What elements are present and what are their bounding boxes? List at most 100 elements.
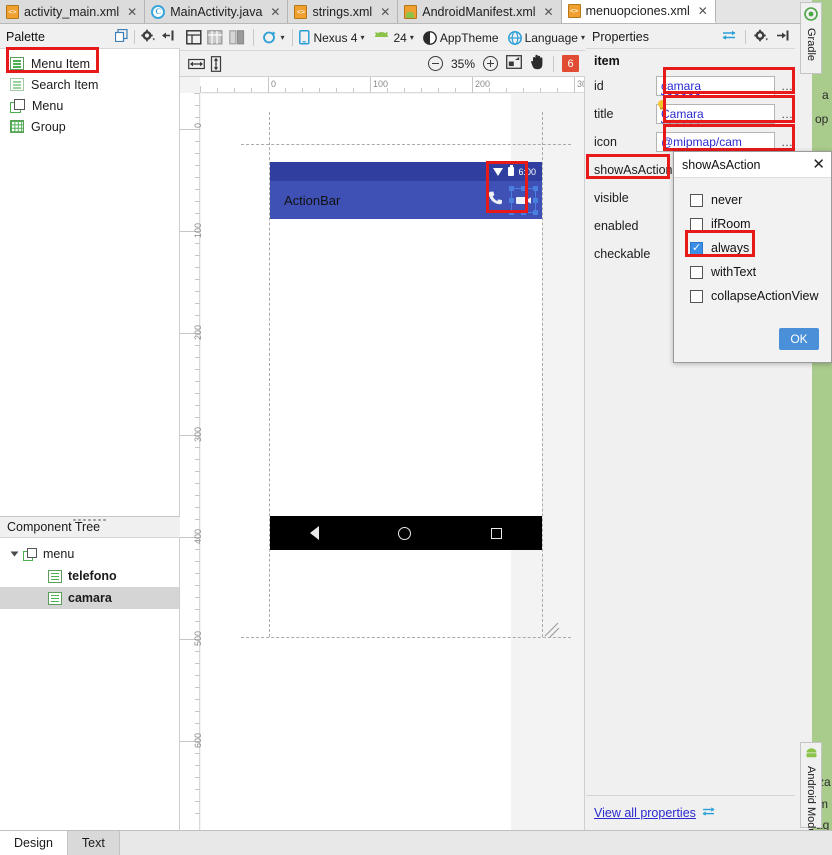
- panel-resize-grip[interactable]: [72, 518, 106, 522]
- swap-icon[interactable]: [701, 806, 716, 820]
- tool-window-android-model[interactable]: Android Model: [800, 742, 822, 837]
- tool-window-gradle[interactable]: Gradle: [800, 2, 822, 74]
- swap-icon[interactable]: [721, 29, 737, 44]
- close-icon[interactable]: ✕: [380, 5, 390, 19]
- globe-icon: [507, 30, 522, 45]
- pan-hand-icon[interactable]: [530, 54, 545, 73]
- checkbox-withtext[interactable]: [690, 265, 703, 279]
- videocam-icon[interactable]: [509, 185, 538, 215]
- gear-icon[interactable]: [141, 29, 155, 45]
- collapse-right-icon[interactable]: [776, 29, 789, 45]
- editor-tab-strings-xml[interactable]: <> strings.xml ✕: [288, 0, 399, 23]
- property-editor-button-id[interactable]: …: [779, 79, 795, 93]
- tab-design[interactable]: Design: [0, 831, 68, 855]
- nav-back-icon[interactable]: [309, 526, 319, 540]
- checkbox-collapseactionview[interactable]: [690, 289, 703, 303]
- preview-content-area[interactable]: [270, 219, 542, 550]
- issue-count-badge[interactable]: 6: [562, 55, 579, 72]
- resize-handle-n[interactable]: [521, 185, 526, 191]
- checkbox-row-ifroom[interactable]: ifRoom: [690, 212, 831, 236]
- blueprint-icon[interactable]: [206, 28, 224, 48]
- chevron-down-icon[interactable]: [10, 551, 19, 557]
- canvas-resize-corner[interactable]: [544, 622, 560, 638]
- copy-icon[interactable]: [114, 28, 128, 45]
- android-robot-icon: [375, 31, 389, 37]
- checkbox-row-never[interactable]: never: [690, 188, 831, 212]
- property-value-id[interactable]: camara: [656, 76, 775, 96]
- fit-height-icon[interactable]: [206, 54, 226, 74]
- close-icon[interactable]: ✕: [698, 4, 708, 18]
- chevron-down-icon[interactable]: ▾: [281, 33, 285, 42]
- close-icon[interactable]: ✕: [812, 157, 825, 172]
- close-icon[interactable]: ✕: [544, 5, 554, 19]
- checkbox-ifroom[interactable]: [690, 217, 703, 231]
- search-item-icon: [10, 78, 24, 91]
- tree-node-label: camara: [68, 591, 112, 605]
- chevron-down-icon[interactable]: ▾: [581, 33, 585, 42]
- theme-selector[interactable]: AppTheme: [422, 31, 499, 45]
- close-icon[interactable]: ✕: [127, 5, 137, 19]
- zoom-out-icon[interactable]: [427, 56, 443, 71]
- resize-handle-nw[interactable]: [509, 185, 514, 191]
- zoom-in-icon[interactable]: [483, 56, 498, 71]
- editor-tab-activity-main[interactable]: <> activity_main.xml ✕: [0, 0, 146, 23]
- phone-icon[interactable]: [487, 190, 504, 210]
- view-all-properties-link[interactable]: View all properties: [594, 806, 696, 820]
- lightbulb-warning-icon[interactable]: [656, 99, 668, 111]
- resize-handle-se[interactable]: [533, 209, 538, 215]
- device-preview[interactable]: 6:00 ActionBar: [270, 162, 542, 604]
- resize-handle-ne[interactable]: [533, 185, 538, 191]
- property-editor-button-title[interactable]: …: [779, 107, 795, 121]
- close-icon[interactable]: ✕: [270, 5, 280, 19]
- resize-handle-s[interactable]: [521, 209, 526, 215]
- checkbox-label: always: [711, 241, 750, 255]
- palette-item-menu[interactable]: Menu: [0, 95, 179, 116]
- device-selector[interactable]: Nexus 4 ▾: [299, 30, 364, 45]
- right-tool-strip: [795, 0, 832, 830]
- property-value-icon[interactable]: @mipmap/cam: [656, 132, 775, 152]
- nav-recents-icon[interactable]: [491, 527, 503, 539]
- checkbox-row-withtext[interactable]: withText: [690, 260, 831, 284]
- resize-handle-w[interactable]: [509, 197, 514, 203]
- design-canvas[interactable]: 0 100 200 300: [180, 77, 585, 830]
- zoom-to-fit-icon[interactable]: [506, 55, 522, 72]
- language-selector[interactable]: Language ▾: [507, 30, 585, 45]
- chevron-down-icon[interactable]: ▾: [410, 33, 414, 42]
- checkbox-label: never: [711, 193, 743, 207]
- palette-item-menu-item[interactable]: Menu Item: [0, 53, 179, 74]
- vertical-ruler: 0 100 200 300 400 500 600: [180, 93, 203, 830]
- ok-button[interactable]: OK: [779, 328, 819, 350]
- tree-node-menu[interactable]: menu: [0, 543, 179, 565]
- property-editor-button-icon[interactable]: …: [779, 135, 795, 149]
- palette-item-group[interactable]: Group: [0, 116, 179, 137]
- palette-item-search-item[interactable]: Search Item: [0, 74, 179, 95]
- checkbox-row-always[interactable]: always: [690, 236, 831, 260]
- checkbox-always[interactable]: [690, 241, 703, 255]
- nav-home-icon[interactable]: [398, 526, 412, 540]
- design-surface-icon[interactable]: [185, 28, 203, 48]
- collapse-icon[interactable]: [161, 29, 174, 45]
- editor-tab-menuopciones-xml[interactable]: <> menuopciones.xml ✕: [561, 0, 716, 23]
- tree-node-label: telefono: [68, 569, 117, 583]
- orientation-button[interactable]: ▾: [261, 30, 285, 45]
- properties-footer: View all properties: [586, 795, 795, 830]
- resize-handle-e[interactable]: [533, 197, 538, 203]
- chevron-down-icon[interactable]: ▾: [360, 33, 364, 42]
- resize-handle-sw[interactable]: [509, 209, 514, 215]
- checkbox-never[interactable]: [690, 193, 703, 207]
- tree-node-telefono[interactable]: telefono: [0, 565, 179, 587]
- both-modes-icon[interactable]: [227, 28, 245, 48]
- api-selector[interactable]: 24 ▾: [373, 31, 414, 45]
- component-tree-title: Component Tree: [7, 520, 101, 534]
- gear-icon[interactable]: [754, 29, 768, 45]
- tab-text[interactable]: Text: [67, 831, 120, 855]
- property-value-title[interactable]: Camara: [656, 100, 775, 124]
- guide-right: [542, 112, 543, 637]
- editor-tab-androidmanifest-xml[interactable]: AndroidManifest.xml ✕: [398, 0, 562, 23]
- tree-node-camara[interactable]: camara: [0, 587, 179, 609]
- fit-width-icon[interactable]: [186, 54, 206, 74]
- checkbox-row-collapseactionview[interactable]: collapseActionView: [690, 284, 831, 308]
- property-name: checkable: [594, 247, 651, 261]
- editor-tab-mainactivity-java[interactable]: C MainActivity.java ✕: [145, 0, 289, 23]
- canvas-body[interactable]: 6:00 ActionBar: [201, 94, 584, 830]
